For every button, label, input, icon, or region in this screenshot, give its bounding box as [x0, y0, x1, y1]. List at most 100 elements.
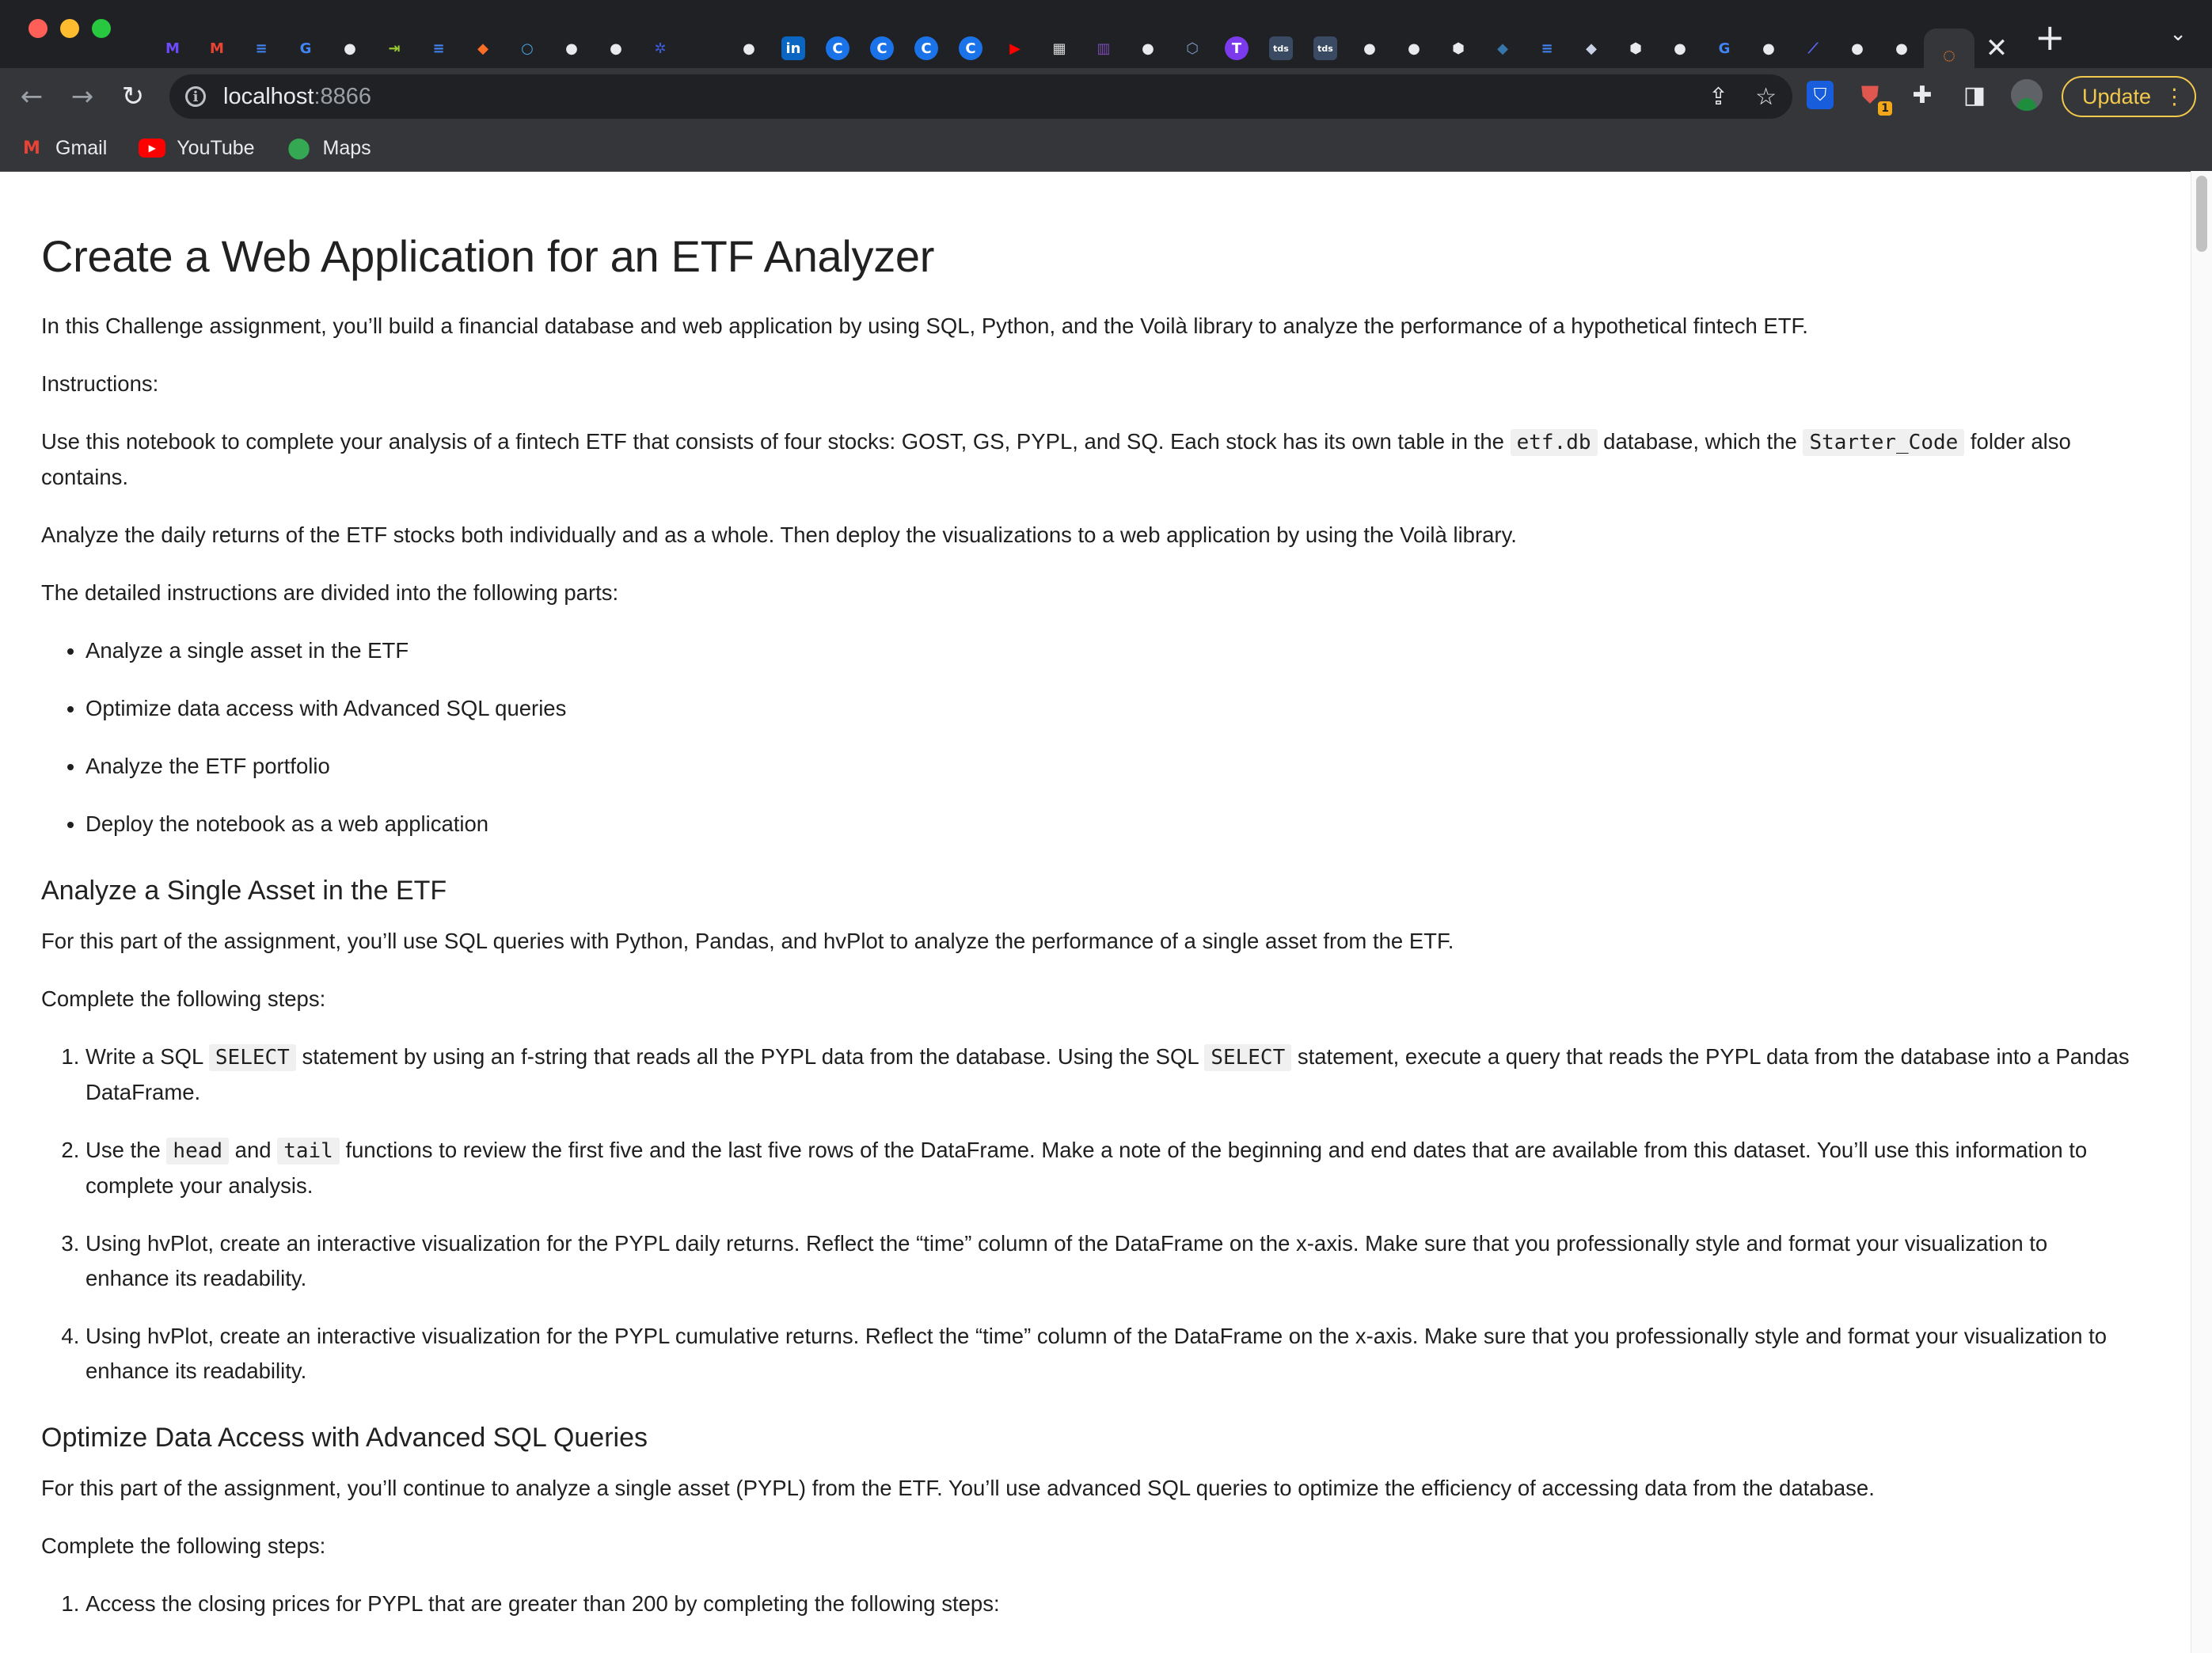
tab[interactable]: ●	[1126, 28, 1170, 68]
tab[interactable]	[682, 28, 727, 68]
list-item: Access the closing prices for PYPL that …	[86, 1586, 2133, 1621]
tab[interactable]: ●	[1835, 28, 1879, 68]
tab[interactable]: ⬡	[1170, 28, 1214, 68]
side-panel-icon[interactable]: ◨	[1959, 79, 1990, 111]
pixel-icon: ▥	[1096, 40, 1111, 57]
tab[interactable]: ⟋	[1791, 28, 1835, 68]
tab[interactable]: ▦	[1037, 28, 1081, 68]
close-window-button[interactable]	[29, 19, 48, 38]
text-span: Use the	[86, 1138, 167, 1162]
jupyter-icon: ◌	[1942, 43, 1956, 67]
bitwarden-shield-icon[interactable]: ⛉	[1807, 81, 1834, 109]
bookmark-star-icon[interactable]: ☆	[1755, 83, 1777, 111]
tab[interactable]: ●	[549, 28, 594, 68]
tab[interactable]: C	[815, 28, 860, 68]
maximize-window-button[interactable]	[92, 19, 111, 38]
text-span: statement by using an f-string that read…	[295, 1044, 1205, 1069]
tab-search-chevron-icon[interactable]: ⌄	[2169, 22, 2187, 46]
tab[interactable]: ⬢	[1436, 28, 1480, 68]
tab[interactable]: M	[150, 28, 195, 68]
tab[interactable]: ✲	[638, 28, 682, 68]
tab[interactable]: ●	[727, 28, 771, 68]
tab[interactable]: ◆	[1569, 28, 1613, 68]
reload-icon[interactable]: ↻	[114, 78, 152, 116]
address-bar-actions: ⇪ ☆	[1708, 74, 1777, 119]
tab[interactable]: ▶	[993, 28, 1037, 68]
tab[interactable]: ●	[1879, 28, 1924, 68]
new-tab-button[interactable]: +	[2035, 16, 2066, 59]
tab[interactable]: ●	[594, 28, 638, 68]
bookmark-maps[interactable]: ⬤ Maps	[287, 136, 371, 160]
section-heading: Analyze a Single Asset in the ETF	[41, 876, 447, 906]
share-icon[interactable]: ⇪	[1708, 83, 1728, 111]
tab[interactable]: ◆	[1480, 28, 1525, 68]
notebook-description: Use this notebook to complete your analy…	[41, 424, 2133, 495]
tab[interactable]: ●	[1658, 28, 1702, 68]
page-viewport[interactable]: Create a Web Application for an ETF Anal…	[0, 171, 2212, 1653]
gitlab-icon: ◆	[477, 40, 488, 57]
steps-list: Write a SQL SELECT statement by using an…	[41, 1039, 2133, 1389]
text-span: database, which the	[1597, 429, 1803, 454]
tab[interactable]: tds	[1259, 28, 1303, 68]
update-label: Update	[2082, 84, 2152, 108]
tab[interactable]: ≡	[416, 28, 461, 68]
tab[interactable]: T	[1214, 28, 1259, 68]
profile-avatar[interactable]	[2011, 79, 2043, 111]
tab[interactable]: ⇥	[372, 28, 416, 68]
tab[interactable]: tds	[1303, 28, 1347, 68]
vertical-scrollbar[interactable]	[2191, 171, 2212, 1653]
list-item: Optimize data access with Advanced SQL q…	[86, 691, 2133, 726]
instructions-label: Instructions:	[41, 371, 159, 396]
address-bar[interactable]: i localhost:8866 ⇪ ☆	[169, 74, 1792, 119]
parts-intro: The detailed instructions are divided in…	[41, 580, 619, 605]
gmail-icon: M	[23, 138, 40, 158]
tab[interactable]: ◆	[461, 28, 505, 68]
tab[interactable]: ≡	[1525, 28, 1569, 68]
address-url[interactable]: localhost:8866	[223, 84, 371, 110]
text-span: functions to review the first five and t…	[86, 1138, 2088, 1198]
back-arrow-icon[interactable]: ←	[13, 78, 51, 116]
list-item: Write a SQL SELECT statement by using an…	[86, 1039, 2133, 1110]
steps-label: Complete the following steps:	[41, 986, 326, 1011]
tab[interactable]: ≡	[239, 28, 283, 68]
tab[interactable]: G	[1702, 28, 1746, 68]
more-options-icon[interactable]: ⋮	[2164, 85, 2185, 109]
tab[interactable]: ●	[1746, 28, 1791, 68]
tab[interactable]: ○	[505, 28, 549, 68]
bookmark-gmail[interactable]: M Gmail	[19, 137, 107, 160]
forward-arrow-icon[interactable]: →	[63, 78, 101, 116]
google-docs-icon: ≡	[1541, 40, 1553, 57]
parts-list: Analyze a single asset in the ETF Optimi…	[41, 633, 2133, 842]
extension-badge: 1	[1878, 101, 1892, 116]
tab[interactable]: C	[948, 28, 993, 68]
tab[interactable]: G	[283, 28, 328, 68]
arrow-in-icon: ⇥	[388, 40, 401, 57]
tab[interactable]: ⬢	[1613, 28, 1658, 68]
tab[interactable]: C	[904, 28, 948, 68]
youtube-icon: ▶	[1009, 40, 1020, 57]
tab[interactable]: M	[195, 28, 239, 68]
security-extension-icon[interactable]: ⛊ 1	[1854, 79, 1892, 116]
tab[interactable]: ●	[1347, 28, 1392, 68]
circle-icon: ○	[521, 40, 534, 57]
github-icon: ●	[1762, 40, 1775, 57]
tab[interactable]: in	[771, 28, 815, 68]
close-tab-icon[interactable]: ✕	[1974, 32, 2019, 64]
list-item: Use the head and tail functions to revie…	[86, 1133, 2133, 1203]
site-info-icon[interactable]: i	[185, 86, 206, 107]
tab[interactable]: C	[860, 28, 904, 68]
update-button[interactable]: Update ⋮	[2062, 76, 2196, 117]
url-port: :8866	[314, 83, 372, 109]
list-item: Deploy the notebook as a web application	[86, 807, 2133, 842]
scrollbar-thumb[interactable]	[2196, 176, 2207, 252]
extensions-puzzle-icon[interactable]: ✚	[1906, 79, 1938, 111]
gmail-icon: M	[210, 40, 224, 57]
tab[interactable]: ●	[328, 28, 372, 68]
github-icon: ●	[610, 40, 622, 57]
bookmark-youtube[interactable]: ▶ YouTube	[139, 137, 255, 160]
tab[interactable]: ●	[1392, 28, 1436, 68]
minimize-window-button[interactable]	[60, 19, 79, 38]
github-icon: ●	[743, 40, 755, 57]
google-docs-icon: ≡	[255, 40, 268, 57]
tab[interactable]: ▥	[1081, 28, 1126, 68]
